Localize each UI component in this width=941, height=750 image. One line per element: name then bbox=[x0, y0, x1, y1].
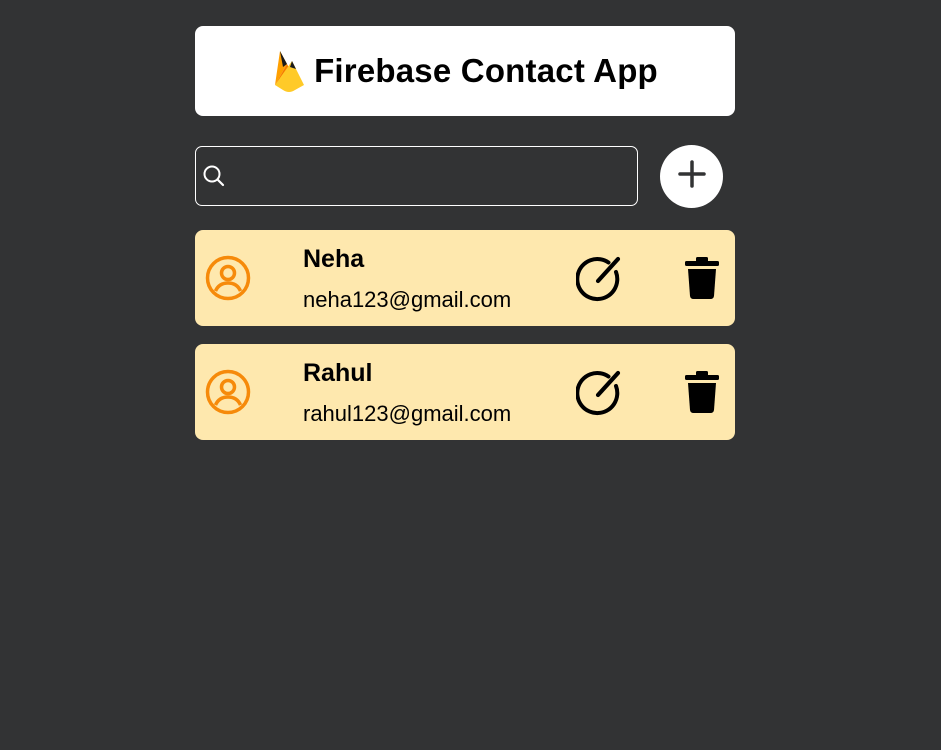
plus-icon bbox=[677, 160, 706, 193]
add-contact-button[interactable] bbox=[660, 145, 723, 208]
edit-icon[interactable] bbox=[575, 254, 624, 302]
search-input[interactable] bbox=[225, 146, 637, 206]
contact-email: neha123@gmail.com bbox=[303, 287, 512, 312]
user-circle-icon bbox=[205, 369, 251, 415]
search-bar bbox=[195, 146, 638, 206]
contact-app: Firebase Contact App Neha neha123@gmail.… bbox=[0, 0, 941, 750]
trash-icon[interactable] bbox=[683, 256, 721, 300]
edit-icon[interactable] bbox=[575, 368, 624, 416]
contact-card: Neha neha123@gmail.com bbox=[195, 230, 735, 326]
contact-name: Rahul bbox=[303, 359, 373, 387]
contact-email: rahul123@gmail.com bbox=[303, 401, 512, 426]
app-header: Firebase Contact App bbox=[195, 26, 735, 116]
app-title: Firebase Contact App bbox=[314, 52, 658, 89]
search-icon bbox=[203, 165, 225, 187]
trash-icon[interactable] bbox=[683, 370, 721, 414]
user-circle-icon bbox=[205, 255, 251, 301]
contact-card: Rahul rahul123@gmail.com bbox=[195, 344, 735, 440]
firebase-flame-icon bbox=[272, 47, 306, 95]
contact-name: Neha bbox=[303, 245, 365, 273]
